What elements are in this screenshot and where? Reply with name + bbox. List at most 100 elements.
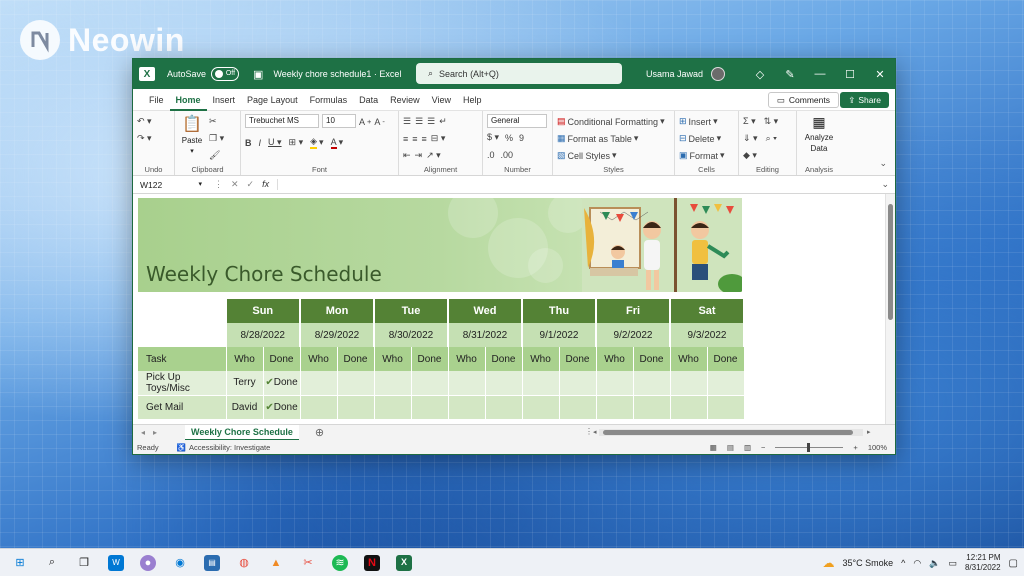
- next-sheet-icon[interactable]: ▸: [153, 428, 157, 437]
- date-fri[interactable]: 9/2/2022: [596, 323, 671, 347]
- italic-icon[interactable]: I: [259, 135, 262, 150]
- align-top-icon[interactable]: ☰: [403, 114, 411, 129]
- align-left-icon[interactable]: ≡: [403, 131, 408, 146]
- who-header[interactable]: Who: [300, 347, 338, 371]
- vertical-scroll-thumb[interactable]: [888, 204, 893, 320]
- add-sheet-icon[interactable]: ⊕: [315, 426, 324, 439]
- cell[interactable]: [522, 395, 560, 420]
- volume-icon[interactable]: 🔈: [929, 558, 940, 569]
- tab-insert[interactable]: Insert: [207, 89, 242, 111]
- format-cells-button[interactable]: ▣ Format ▾: [679, 148, 725, 163]
- tab-help[interactable]: Help: [457, 89, 488, 111]
- format-as-table-button[interactable]: ▦ Format as Table ▾: [557, 131, 665, 146]
- worksheet[interactable]: Weekly Chore Schedule Sun Mon Tue Wed Th…: [133, 194, 895, 424]
- cell[interactable]: [448, 395, 486, 420]
- search-taskbar-icon[interactable]: ⌕: [44, 555, 60, 571]
- who-header[interactable]: Who: [374, 347, 412, 371]
- font-size-select[interactable]: 10: [322, 114, 356, 128]
- date-sat[interactable]: 9/3/2022: [670, 323, 745, 347]
- done-header[interactable]: Done: [707, 347, 745, 371]
- cell[interactable]: [522, 371, 560, 396]
- task-cell[interactable]: Get Mail: [138, 395, 227, 420]
- date-sun[interactable]: 8/28/2022: [226, 323, 301, 347]
- find-select-icon[interactable]: ⌕ ▾: [766, 131, 777, 146]
- cell[interactable]: [374, 395, 412, 420]
- share-button[interactable]: ⇪ Share: [840, 92, 889, 108]
- font-name-select[interactable]: Trebuchet MS: [245, 114, 319, 128]
- cell[interactable]: [633, 371, 671, 396]
- cell[interactable]: [559, 371, 597, 396]
- tab-data[interactable]: Data: [353, 89, 384, 111]
- who-cell[interactable]: Terry: [226, 371, 264, 396]
- increase-indent-icon[interactable]: ⇥: [415, 148, 423, 163]
- spotify-icon[interactable]: ≋: [332, 554, 348, 571]
- premium-diamond-icon[interactable]: ◇: [745, 68, 775, 81]
- normal-view-icon[interactable]: ▦: [710, 443, 717, 452]
- align-center-icon[interactable]: ≡: [412, 131, 417, 146]
- cell[interactable]: [707, 395, 745, 420]
- align-middle-icon[interactable]: ☰: [415, 114, 423, 129]
- day-mon[interactable]: Mon: [300, 299, 375, 323]
- close-button[interactable]: ✕: [865, 68, 895, 81]
- tab-home[interactable]: Home: [169, 89, 207, 111]
- network-icon[interactable]: ◠: [913, 558, 921, 569]
- tab-file[interactable]: File: [143, 89, 170, 111]
- align-right-icon[interactable]: ≡: [422, 131, 427, 146]
- wrap-text-icon[interactable]: ↵: [439, 114, 447, 129]
- increase-font-icon[interactable]: A +: [359, 114, 371, 129]
- cell[interactable]: [485, 371, 523, 396]
- cell[interactable]: [559, 395, 597, 420]
- vlc-icon[interactable]: ▲: [268, 555, 284, 571]
- autosum-icon[interactable]: Σ ▾: [743, 114, 756, 129]
- fill-icon[interactable]: ⇓ ▾: [743, 131, 758, 146]
- cell[interactable]: [670, 395, 708, 420]
- comma-icon[interactable]: 9: [519, 130, 524, 145]
- decrease-indent-icon[interactable]: ⇤: [403, 148, 411, 163]
- currency-icon[interactable]: $ ▾: [487, 130, 499, 145]
- search-box[interactable]: ⌕ Search (Alt+Q): [416, 63, 622, 84]
- who-header[interactable]: Who: [226, 347, 264, 371]
- comments-button[interactable]: ▭ Comments: [767, 92, 839, 108]
- name-box[interactable]: W122 ▾: [136, 178, 206, 192]
- orientation-icon[interactable]: ↗ ▾: [426, 148, 441, 163]
- borders-icon[interactable]: ⊞ ▾: [289, 135, 304, 150]
- user-name[interactable]: Usama Jawad: [646, 69, 703, 79]
- cut-icon[interactable]: ✂: [209, 114, 224, 129]
- done-header[interactable]: Done: [263, 347, 301, 371]
- clock[interactable]: 12:21 PM 8/31/2022: [965, 553, 1001, 573]
- day-thu[interactable]: Thu: [522, 299, 597, 323]
- cell[interactable]: [596, 371, 634, 396]
- done-header[interactable]: Done: [411, 347, 449, 371]
- done-header[interactable]: Done: [337, 347, 375, 371]
- prev-sheet-icon[interactable]: ◂: [141, 428, 145, 437]
- enter-formula-icon[interactable]: ✓: [247, 179, 255, 190]
- underline-icon[interactable]: U ▾: [268, 135, 282, 150]
- cell[interactable]: [337, 371, 375, 396]
- align-bottom-icon[interactable]: ☰: [427, 114, 435, 129]
- ribbon-collapse-icon[interactable]: ⌄: [879, 158, 887, 169]
- day-fri[interactable]: Fri: [596, 299, 671, 323]
- cell[interactable]: [337, 395, 375, 420]
- day-wed[interactable]: Wed: [448, 299, 523, 323]
- cell[interactable]: [633, 395, 671, 420]
- day-tue[interactable]: Tue: [374, 299, 449, 323]
- chat-icon[interactable]: ●: [140, 554, 156, 571]
- day-sun[interactable]: Sun: [226, 299, 301, 323]
- weather-text[interactable]: 35°C Smoke: [843, 558, 894, 568]
- notifications-icon[interactable]: ▢: [1009, 558, 1018, 569]
- tab-review[interactable]: Review: [384, 89, 426, 111]
- who-header[interactable]: Who: [448, 347, 486, 371]
- maximize-button[interactable]: ☐: [835, 68, 865, 81]
- delete-cells-button[interactable]: ⊟ Delete ▾: [679, 131, 725, 146]
- date-wed[interactable]: 8/31/2022: [448, 323, 523, 347]
- cell[interactable]: [707, 371, 745, 396]
- corner-cell[interactable]: [138, 299, 227, 323]
- clear-icon[interactable]: ◆ ▾: [743, 148, 778, 163]
- fill-color-icon[interactable]: ◈ ▾: [310, 135, 324, 150]
- font-color-icon[interactable]: A ▾: [330, 135, 343, 150]
- zoom-out-icon[interactable]: −: [761, 443, 765, 452]
- task-cell[interactable]: Pick Up Toys/Misc: [138, 371, 227, 396]
- user-avatar[interactable]: [711, 67, 725, 81]
- insert-function-icon[interactable]: fx: [262, 179, 269, 190]
- who-header[interactable]: Who: [522, 347, 560, 371]
